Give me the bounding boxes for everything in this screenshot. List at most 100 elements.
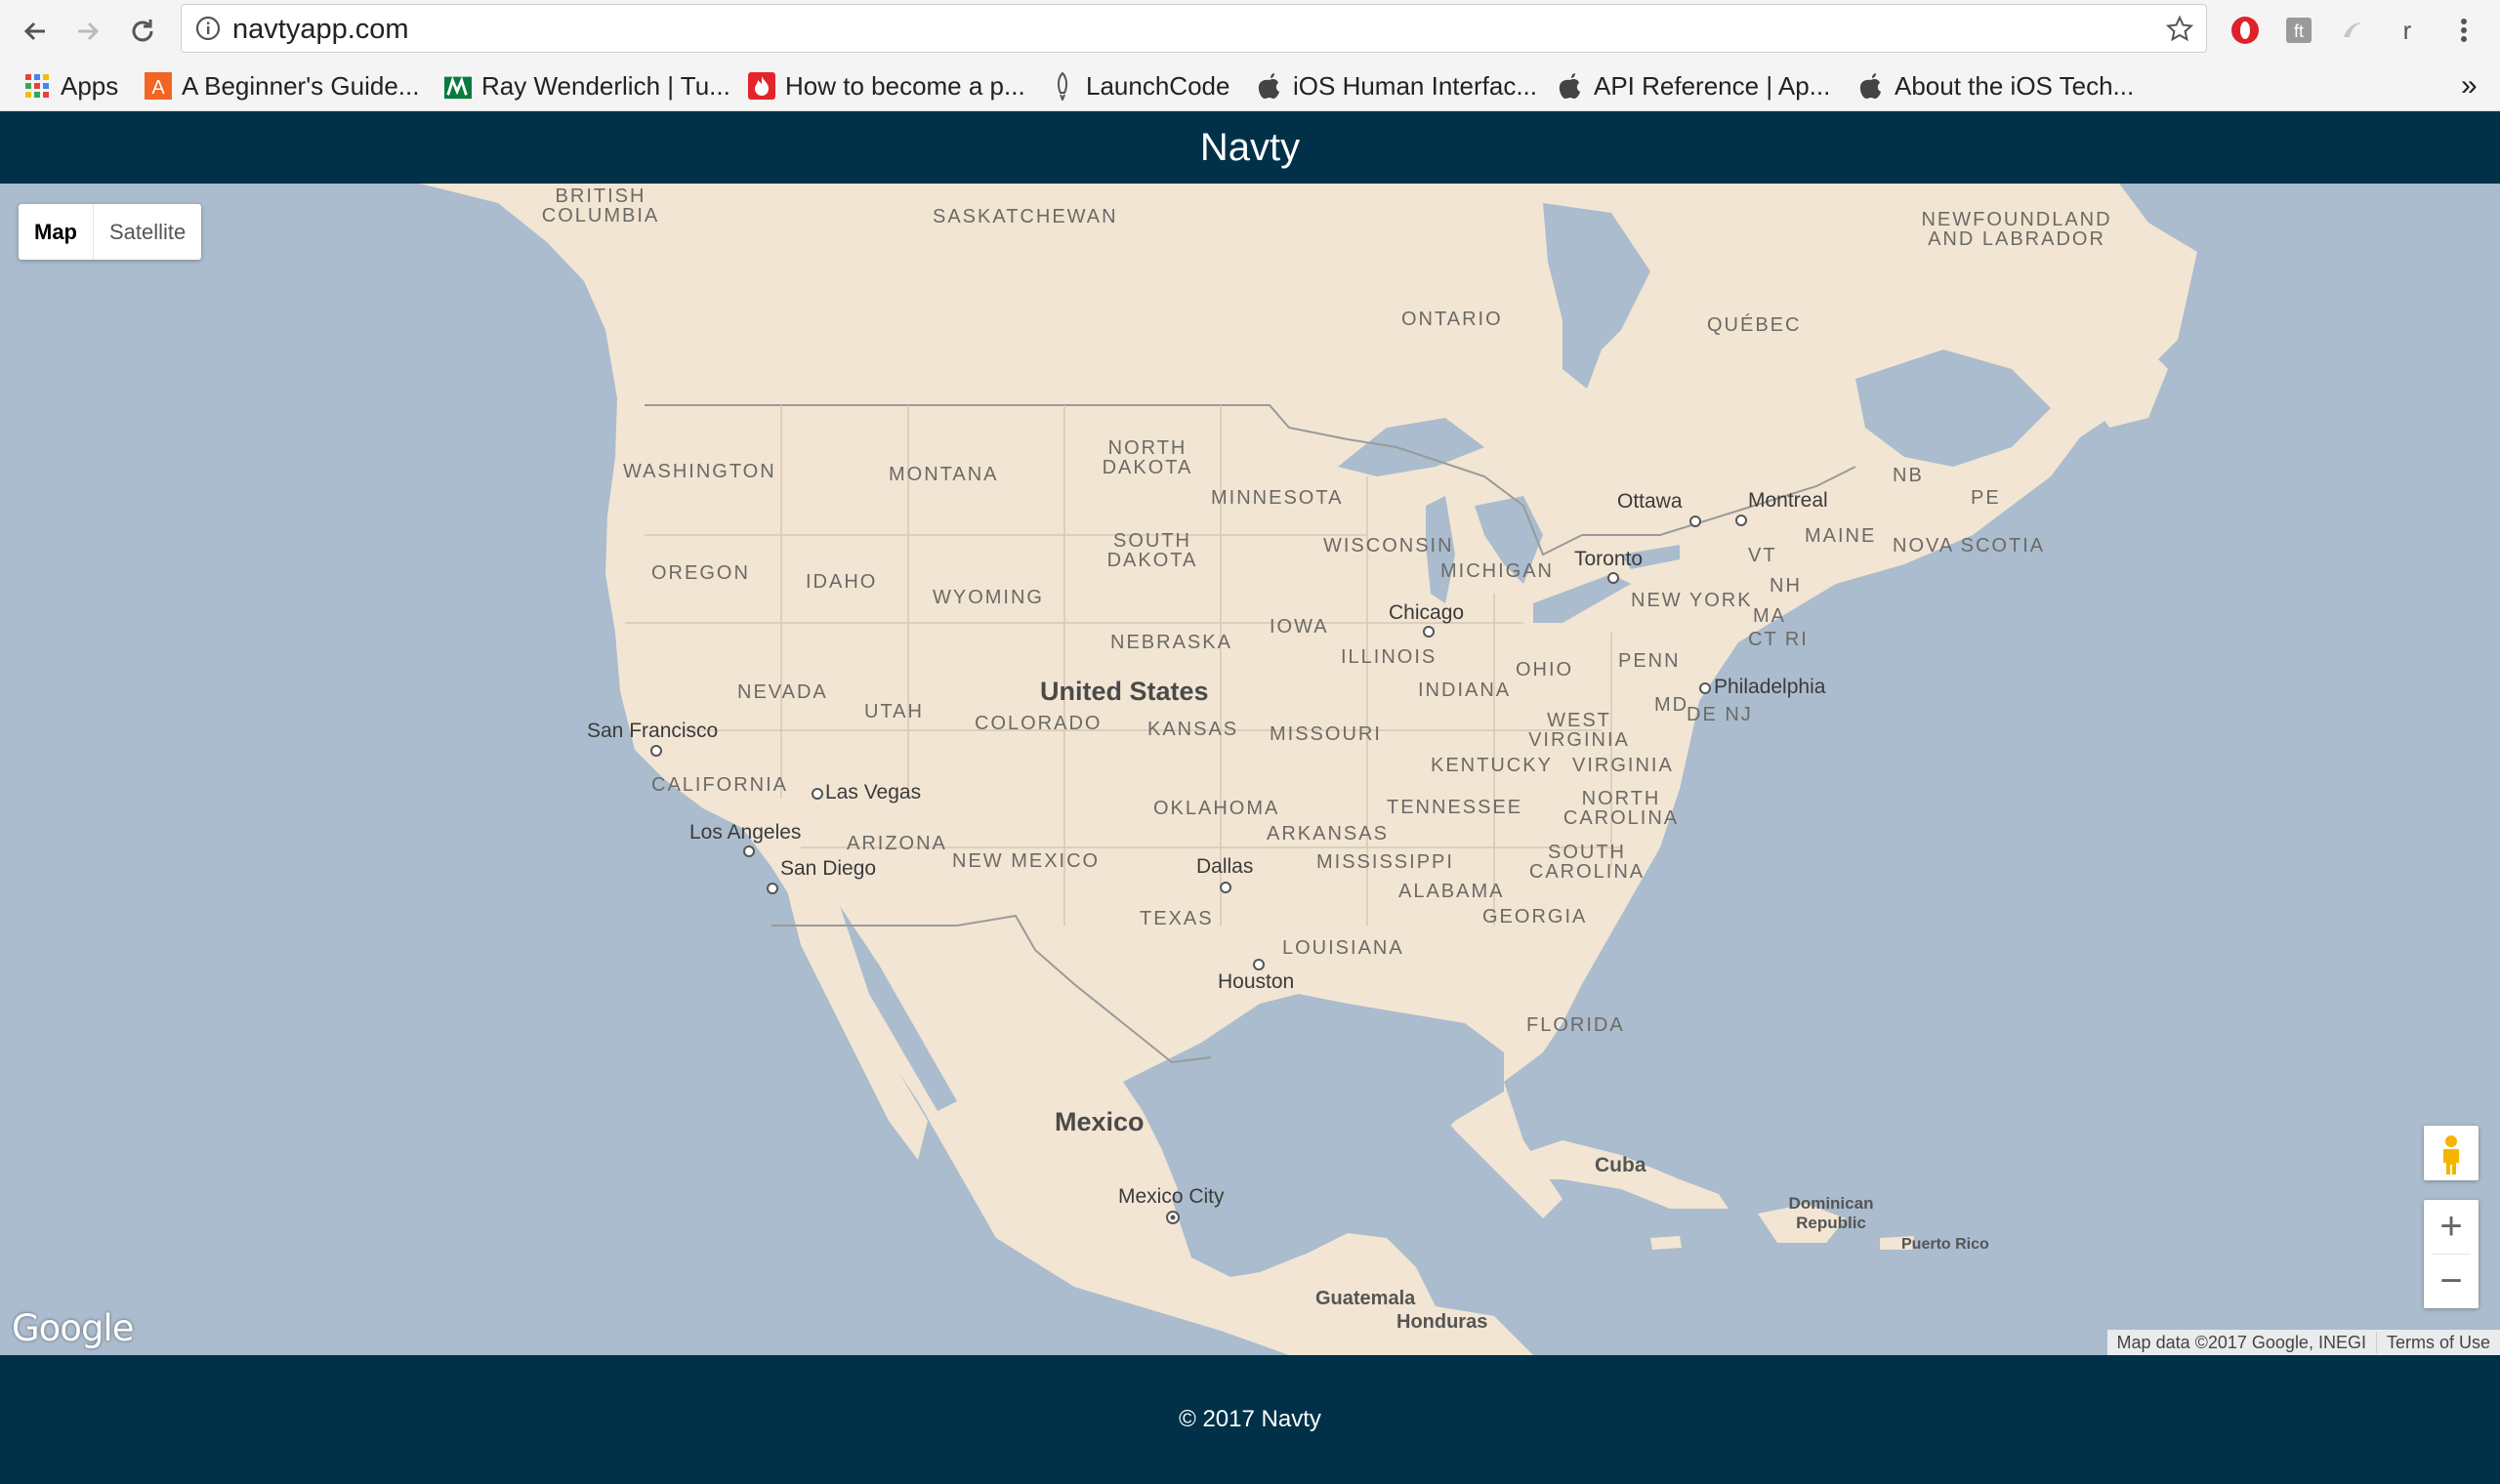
- extension-button-2[interactable]: ft: [2280, 12, 2317, 49]
- bookmark-how-to-become[interactable]: How to become a p...: [748, 68, 1025, 103]
- label-missouri: MISSOURI: [1270, 723, 1382, 745]
- label-nebraska: NEBRASKA: [1110, 632, 1232, 653]
- label-montana: MONTANA: [889, 464, 999, 485]
- orange-a-icon: A: [145, 72, 172, 100]
- extension-button-3[interactable]: [2334, 12, 2371, 49]
- label-wisconsin: WISCONSIN: [1323, 535, 1454, 556]
- label-georgia: GEORGIA: [1482, 906, 1588, 928]
- label-saskatchewan: SASKATCHEWAN: [933, 206, 1118, 227]
- svg-text:A: A: [151, 77, 165, 99]
- map-attribution: Map data ©2017 Google, INEGI Terms of Us…: [2106, 1330, 2500, 1355]
- label-nova-scotia: NOVA SCOTIA: [1893, 535, 2046, 556]
- terms-of-use-link[interactable]: Terms of Use: [2375, 1332, 2500, 1353]
- label-kentucky: KENTUCKY: [1431, 755, 1553, 776]
- bookmark-ios-hig[interactable]: iOS Human Interfac...: [1256, 68, 1537, 103]
- profile-button[interactable]: r: [2389, 12, 2426, 49]
- url-text: navtyapp.com: [232, 14, 409, 45]
- kebab-menu-icon: [2461, 19, 2467, 42]
- footer-copyright: © 2017 Navty: [1179, 1406, 1321, 1432]
- extension-puzzle-icon: ft: [2286, 18, 2312, 43]
- map-view[interactable]: BRITISH COLUMBIA SASKATCHEWAN NEWFOUNDLA…: [0, 184, 2500, 1355]
- site-footer: © 2017 Navty: [0, 1355, 2500, 1484]
- label-florida: FLORIDA: [1526, 1014, 1625, 1036]
- label-nh: NH: [1770, 575, 1802, 597]
- label-ma: MA: [1753, 605, 1786, 627]
- label-honduras: Honduras: [1396, 1311, 1488, 1333]
- forward-arrow-icon: [78, 21, 100, 41]
- label-mississippi: MISSISSIPPI: [1316, 851, 1454, 873]
- bookmark-star-icon[interactable]: [2165, 15, 2194, 44]
- label-philadelphia: Philadelphia: [1714, 676, 1826, 698]
- label-arizona: ARIZONA: [847, 833, 947, 854]
- label-tennessee: TENNESSEE: [1387, 797, 1523, 818]
- zoom-out-button[interactable]: −: [2424, 1255, 2479, 1308]
- address-bar[interactable]: navtyapp.com: [181, 4, 2207, 53]
- label-oregon: OREGON: [651, 562, 750, 584]
- label-south-dakota: SOUTH DAKOTA: [1106, 530, 1198, 571]
- label-san-diego: San Diego: [780, 857, 877, 880]
- rocket-icon: [1049, 71, 1076, 101]
- label-chicago: Chicago: [1389, 601, 1465, 624]
- label-dallas: Dallas: [1196, 855, 1254, 878]
- bookmark-about-ios[interactable]: About the iOS Tech...: [1857, 68, 2134, 103]
- label-washington: WASHINGTON: [623, 461, 776, 482]
- label-newfoundland: NEWFOUNDLAND AND LABRADOR: [1921, 209, 2112, 250]
- street-view-pegman[interactable]: [2424, 1126, 2479, 1180]
- label-los-angeles: Los Angeles: [689, 821, 802, 844]
- back-button[interactable]: [16, 12, 55, 51]
- map-type-map-button[interactable]: Map: [19, 204, 94, 260]
- label-utah: UTAH: [864, 701, 924, 722]
- google-logo[interactable]: Google: [12, 1307, 134, 1349]
- forward-button[interactable]: [68, 12, 107, 51]
- browser-toolbar: navtyapp.com ft r: [0, 0, 2500, 61]
- label-quebec: QUÉBEC: [1707, 314, 1802, 336]
- chrome-menu-button[interactable]: [2445, 12, 2482, 49]
- label-british-columbia: BRITISH COLUMBIA: [541, 186, 660, 227]
- bookmarks-overflow-button[interactable]: »: [2461, 68, 2478, 103]
- bookmark-label: About the iOS Tech...: [1895, 70, 2135, 101]
- label-alabama: ALABAMA: [1398, 881, 1505, 902]
- label-mexico: Mexico: [1055, 1107, 1145, 1136]
- apple-icon: [1557, 72, 1584, 100]
- label-ct-ri: CT RI: [1748, 629, 1809, 650]
- back-arrow-icon: [23, 21, 45, 41]
- map-type-satellite-button[interactable]: Satellite: [94, 204, 201, 260]
- apps-grid-icon: [23, 72, 51, 100]
- label-nb: NB: [1893, 465, 1924, 486]
- label-toronto: Toronto: [1574, 548, 1644, 570]
- site-header: Navty: [0, 111, 2500, 184]
- map-data-credit: Map data ©2017 Google, INEGI: [2116, 1332, 2366, 1352]
- bookmark-launchcode[interactable]: LaunchCode: [1049, 68, 1229, 103]
- profile-initial: r: [2402, 15, 2412, 45]
- map-type-control: Map Satellite: [19, 204, 202, 260]
- zoom-in-button[interactable]: +: [2424, 1200, 2479, 1254]
- bookmark-ray-wenderlich[interactable]: Ray Wenderlich | Tu...: [444, 68, 730, 103]
- label-california: CALIFORNIA: [651, 774, 789, 796]
- reload-button[interactable]: [123, 12, 162, 51]
- label-ontario: ONTARIO: [1401, 309, 1503, 330]
- bookmark-label: iOS Human Interfac...: [1293, 70, 1537, 101]
- pegman-icon: [2443, 1135, 2459, 1175]
- bookmark-label: LaunchCode: [1086, 70, 1230, 101]
- label-colorado: COLORADO: [975, 713, 1103, 734]
- label-cuba: Cuba: [1595, 1154, 1646, 1176]
- bookmark-beginners-guide[interactable]: A A Beginner's Guide...: [145, 68, 419, 103]
- apple-icon: [1857, 72, 1885, 100]
- label-vt: VT: [1748, 545, 1777, 566]
- label-de-nj: DE NJ: [1687, 704, 1753, 725]
- opera-extension-button[interactable]: [2227, 12, 2264, 49]
- label-oklahoma: OKLAHOMA: [1153, 798, 1280, 819]
- bookmark-apps[interactable]: Apps: [23, 68, 118, 103]
- bookmark-api-reference[interactable]: API Reference | Ap...: [1557, 68, 1830, 103]
- label-texas: TEXAS: [1140, 908, 1214, 929]
- label-las-vegas: Las Vegas: [825, 781, 922, 804]
- bookmark-label: A Beginner's Guide...: [182, 70, 420, 101]
- site-title: Navty: [1199, 125, 1301, 169]
- label-minnesota: MINNESOTA: [1211, 487, 1344, 509]
- label-md: MD: [1654, 694, 1689, 716]
- map-land-shapes: [420, 184, 2197, 1355]
- svg-text:ft: ft: [2294, 21, 2304, 41]
- label-guatemala: Guatemala: [1315, 1288, 1416, 1309]
- label-pe: PE: [1971, 487, 2001, 509]
- label-west-virginia: WEST VIRGINIA: [1528, 710, 1630, 751]
